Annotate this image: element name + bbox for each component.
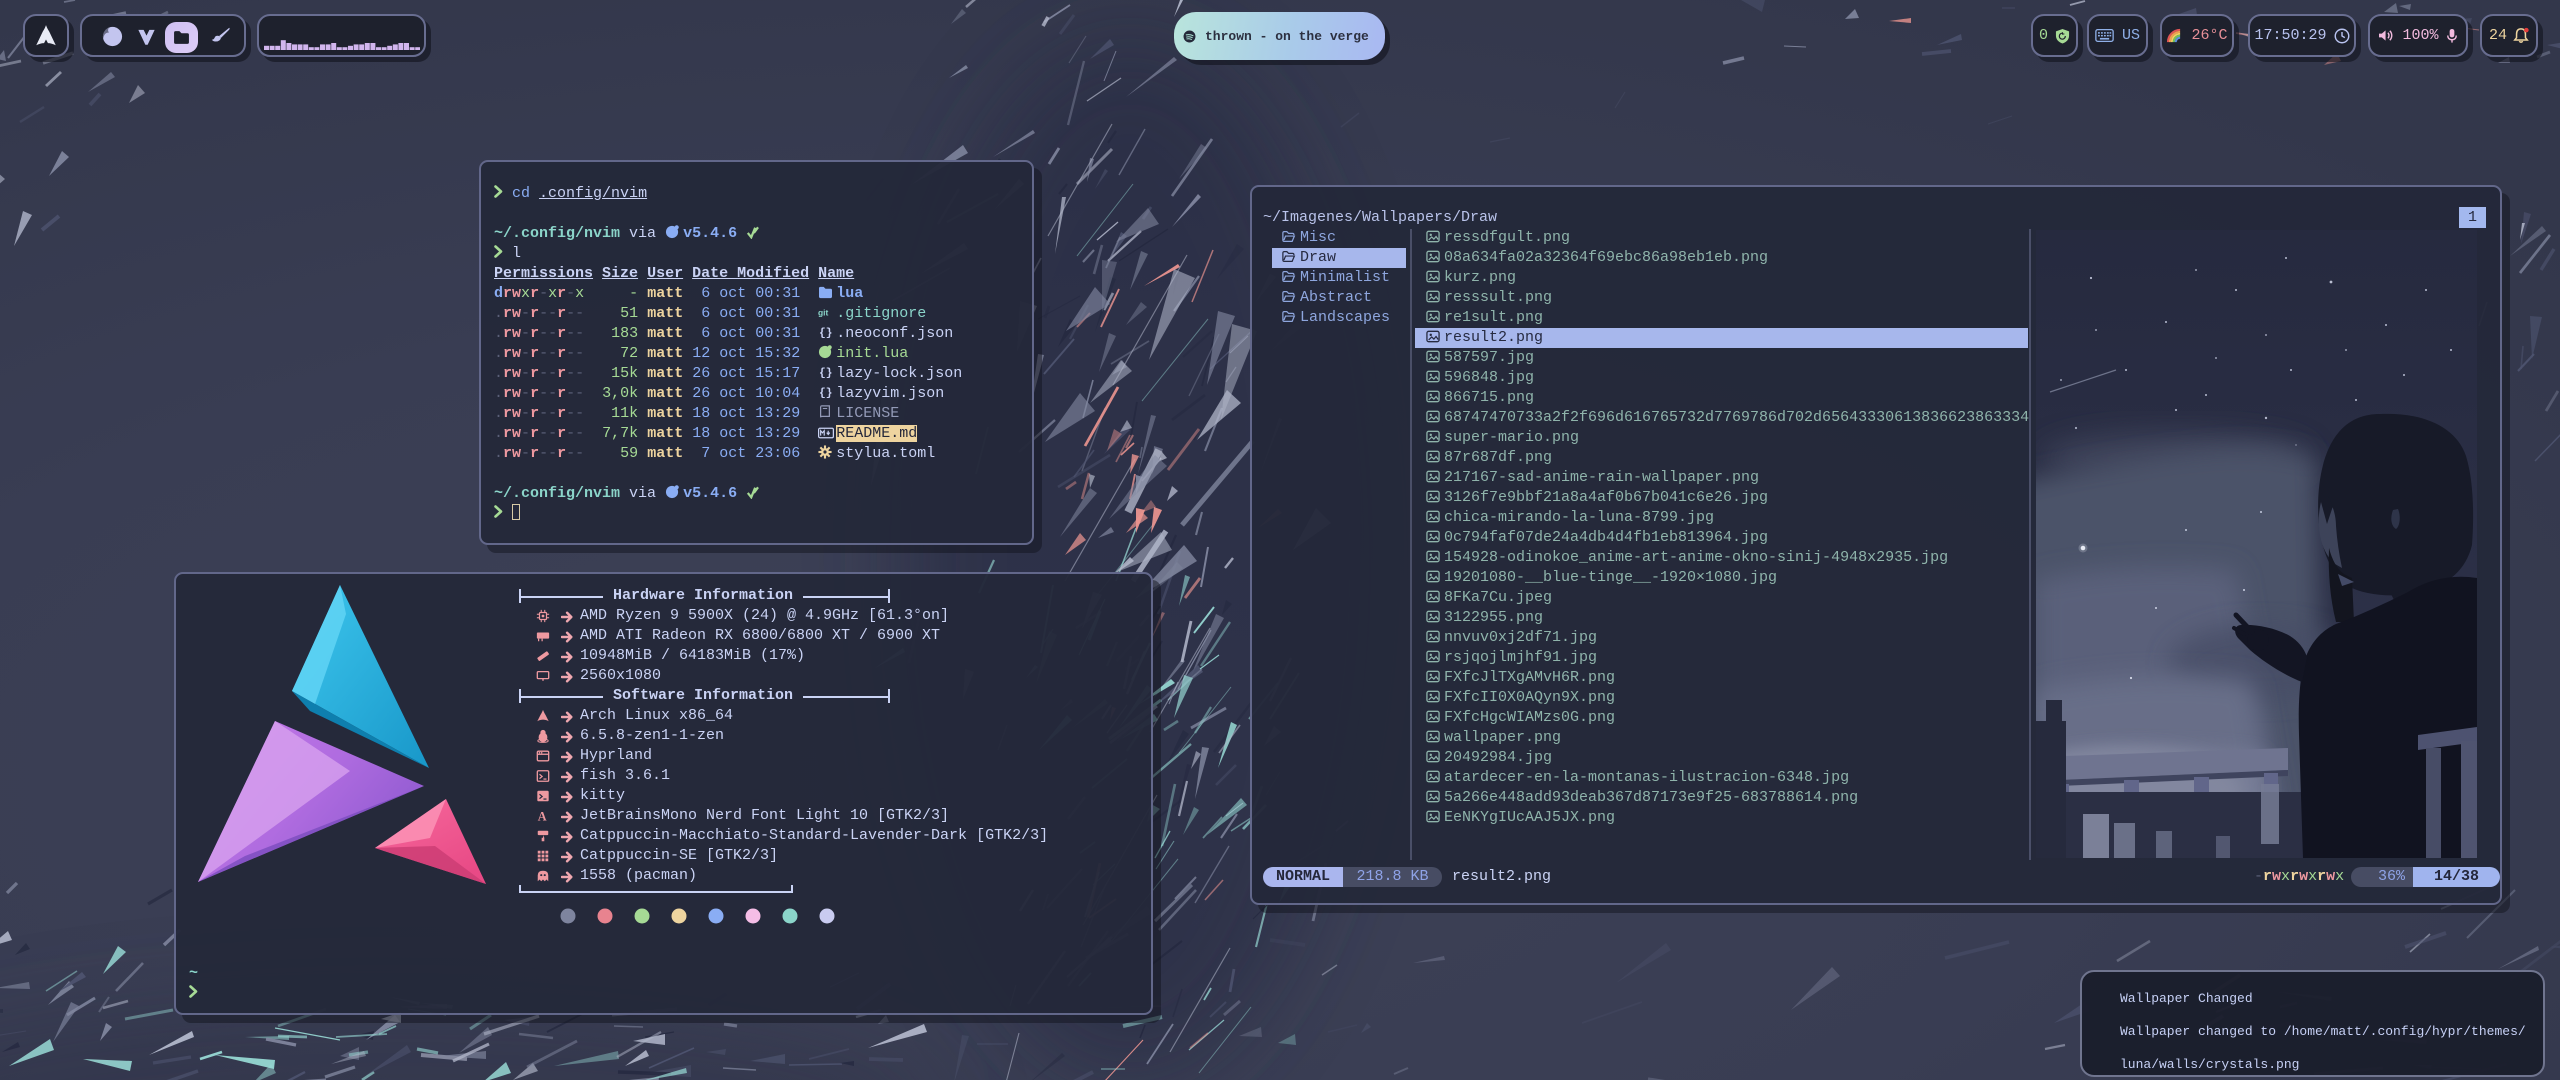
svg-text:{}: {} xyxy=(819,368,833,379)
svg-text:A: A xyxy=(538,809,547,823)
svg-text:{}: {} xyxy=(819,388,833,399)
svg-text:{}: {} xyxy=(819,328,833,339)
svg-text:git: git xyxy=(818,307,828,317)
